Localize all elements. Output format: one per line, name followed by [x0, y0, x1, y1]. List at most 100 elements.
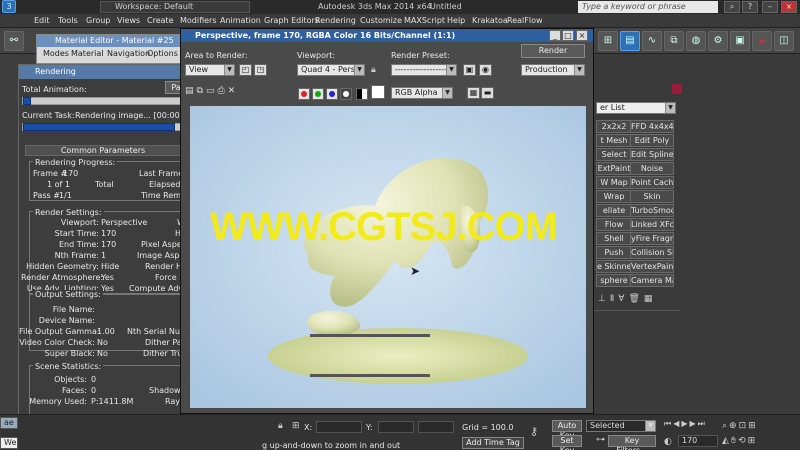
curve-editor-icon[interactable]: ∿: [642, 31, 662, 51]
configure-modifier-sets-icon[interactable]: ▦: [644, 294, 657, 304]
maxscript-input[interactable]: We: [0, 437, 18, 449]
x-coordinate-field[interactable]: [316, 421, 362, 433]
render-preset-dropdown[interactable]: ------------------- ▼: [391, 64, 457, 76]
channel-display-dropdown[interactable]: RGB Alpha ▼: [391, 87, 453, 99]
min-max-toggle-icon[interactable]: ⊞: [748, 436, 758, 446]
mated-menu-options[interactable]: Options: [147, 49, 178, 59]
menu-realflow[interactable]: RealFlow: [507, 15, 543, 27]
blue-channel-toggle[interactable]: [326, 88, 338, 100]
maximize-icon[interactable]: □: [562, 30, 574, 41]
rendered-frame-window-icon[interactable]: ▣: [730, 31, 750, 51]
modifier-button[interactable]: yFire Fragment: [630, 232, 674, 245]
modifier-button[interactable]: Flow: [596, 218, 632, 231]
play-icon[interactable]: ▶: [681, 419, 689, 428]
minimize-icon[interactable]: –: [762, 1, 778, 13]
link-icon[interactable]: ⚯: [4, 31, 24, 51]
key-selection-dropdown[interactable]: Selected ▼: [586, 420, 656, 432]
preset-save-icon[interactable]: ◉: [479, 64, 492, 76]
auto-region-icon[interactable]: ◳: [254, 64, 267, 76]
print-icon[interactable]: ⎙: [217, 86, 227, 96]
help-icon[interactable]: ?: [742, 1, 758, 13]
lock-icon[interactable]: 🔒︎: [371, 65, 376, 75]
render-button[interactable]: Render: [521, 44, 585, 58]
key-mode-icon[interactable]: ⊶: [596, 435, 608, 447]
modifier-button[interactable]: 2x2x2: [596, 120, 632, 133]
swatch-color[interactable]: [371, 85, 385, 99]
display-toggle-icon[interactable]: ▦: [467, 87, 480, 99]
modifier-button[interactable]: VertexPaint: [630, 260, 674, 273]
next-frame-icon[interactable]: ▶: [690, 419, 698, 428]
zoom-icon[interactable]: ⌕: [722, 421, 729, 431]
key-mode-toggle-icon[interactable]: ◐: [664, 437, 672, 447]
monochrome-icon[interactable]: [356, 88, 368, 100]
go-to-start-icon[interactable]: ⏮: [664, 419, 673, 428]
red-channel-toggle[interactable]: [298, 88, 310, 100]
menu-animation[interactable]: Animation: [220, 15, 261, 27]
modifier-button[interactable]: Edit Poly: [630, 134, 674, 147]
display-mode-icon[interactable]: ▬: [481, 87, 494, 99]
alpha-channel-toggle[interactable]: [340, 88, 352, 100]
menu-modifiers[interactable]: Modifiers: [180, 15, 217, 27]
mated-menu-material[interactable]: Material: [71, 49, 104, 59]
modifier-button[interactable]: Edit Spline: [630, 148, 674, 161]
set-key-button[interactable]: Set Key: [552, 435, 582, 450]
menu-tools[interactable]: Tools: [58, 15, 78, 27]
zoom-extents-icon[interactable]: ⊡: [739, 421, 749, 431]
maxscript-listener[interactable]: ae: [0, 417, 18, 429]
add-time-tag-button[interactable]: Add Time Tag: [462, 437, 524, 449]
save-image-icon[interactable]: ▤: [185, 86, 197, 96]
production-dropdown[interactable]: Production ▼: [521, 64, 585, 76]
modifier-button[interactable]: Noise: [630, 162, 674, 175]
absolute-mode-icon[interactable]: ⊞: [292, 421, 300, 431]
auto-key-button[interactable]: Auto Key: [552, 420, 582, 440]
remove-modifier-icon[interactable]: 🗑︎: [628, 294, 643, 304]
copy-image-icon[interactable]: ⧉: [197, 86, 206, 96]
workspace-dropdown[interactable]: Workspace: Default: [100, 1, 250, 13]
color-swatch[interactable]: [672, 84, 682, 94]
search-icon[interactable]: ⌕: [724, 1, 740, 13]
render-setup-icon[interactable]: ⚙: [708, 31, 728, 51]
clone-window-icon[interactable]: ▭: [206, 86, 218, 96]
search-input[interactable]: Type a keyword or phrase: [578, 1, 718, 13]
menu-views[interactable]: Views: [117, 15, 140, 27]
modifier-button[interactable]: Camera Map: [630, 274, 674, 287]
menu-group[interactable]: Group: [86, 15, 110, 27]
common-parameters-rollout[interactable]: Common Parameters: [25, 145, 181, 156]
modifier-list-dropdown[interactable]: er List ▼: [596, 102, 676, 114]
zoom-all-icon[interactable]: ⊕: [729, 421, 739, 431]
app-logo-icon[interactable]: 3: [2, 0, 16, 13]
pan-icon[interactable]: ✋︎: [731, 436, 738, 446]
modifier-button[interactable]: Linked XForm: [630, 218, 674, 231]
make-unique-icon[interactable]: ∀: [618, 294, 628, 304]
key-filters-button[interactable]: Key Filters...: [608, 435, 656, 450]
menu-edit[interactable]: Edit: [34, 15, 50, 27]
modifier-button[interactable]: t Mesh: [596, 134, 632, 147]
go-to-end-icon[interactable]: ⏭: [698, 419, 707, 428]
edit-region-icon[interactable]: ◰: [239, 64, 252, 76]
modifier-button[interactable]: TurboSmooth: [630, 204, 674, 217]
preset-load-icon[interactable]: ▣: [463, 64, 476, 76]
current-frame-field[interactable]: 170: [678, 435, 718, 447]
mated-menu-modes[interactable]: Modes: [43, 49, 69, 59]
modifier-button[interactable]: Collision Shape: [630, 246, 674, 259]
modifier-button[interactable]: ExtPaint: [596, 162, 632, 175]
close-icon[interactable]: ×: [576, 30, 588, 41]
clear-icon[interactable]: ✕: [228, 86, 239, 96]
snap-icon[interactable]: ⊞: [598, 31, 618, 51]
menu-graph-editors[interactable]: Graph Editors: [264, 15, 319, 27]
modifier-button[interactable]: e Skinner: [596, 260, 632, 273]
layer-manager-icon[interactable]: ▤: [620, 31, 640, 51]
maximize-viewport-icon[interactable]: ⊞: [748, 421, 758, 431]
field-of-view-icon[interactable]: ◭: [722, 436, 731, 446]
modifier-button[interactable]: ellate: [596, 204, 632, 217]
render-production-icon[interactable]: ☕: [752, 31, 772, 51]
modifier-button[interactable]: Shell: [596, 232, 632, 245]
modifier-button[interactable]: Select: [596, 148, 632, 161]
mated-menu-navigation[interactable]: Navigation: [107, 49, 150, 59]
schematic-view-icon[interactable]: ⧉: [664, 31, 684, 51]
minimize-icon[interactable]: _: [549, 30, 561, 41]
area-to-render-dropdown[interactable]: View ▼: [185, 64, 235, 76]
close-icon[interactable]: ×: [781, 1, 797, 13]
selection-lock-icon[interactable]: 🔒︎: [278, 421, 283, 431]
viewport-dropdown[interactable]: Quad 4 - Perspec ▼: [297, 64, 365, 76]
